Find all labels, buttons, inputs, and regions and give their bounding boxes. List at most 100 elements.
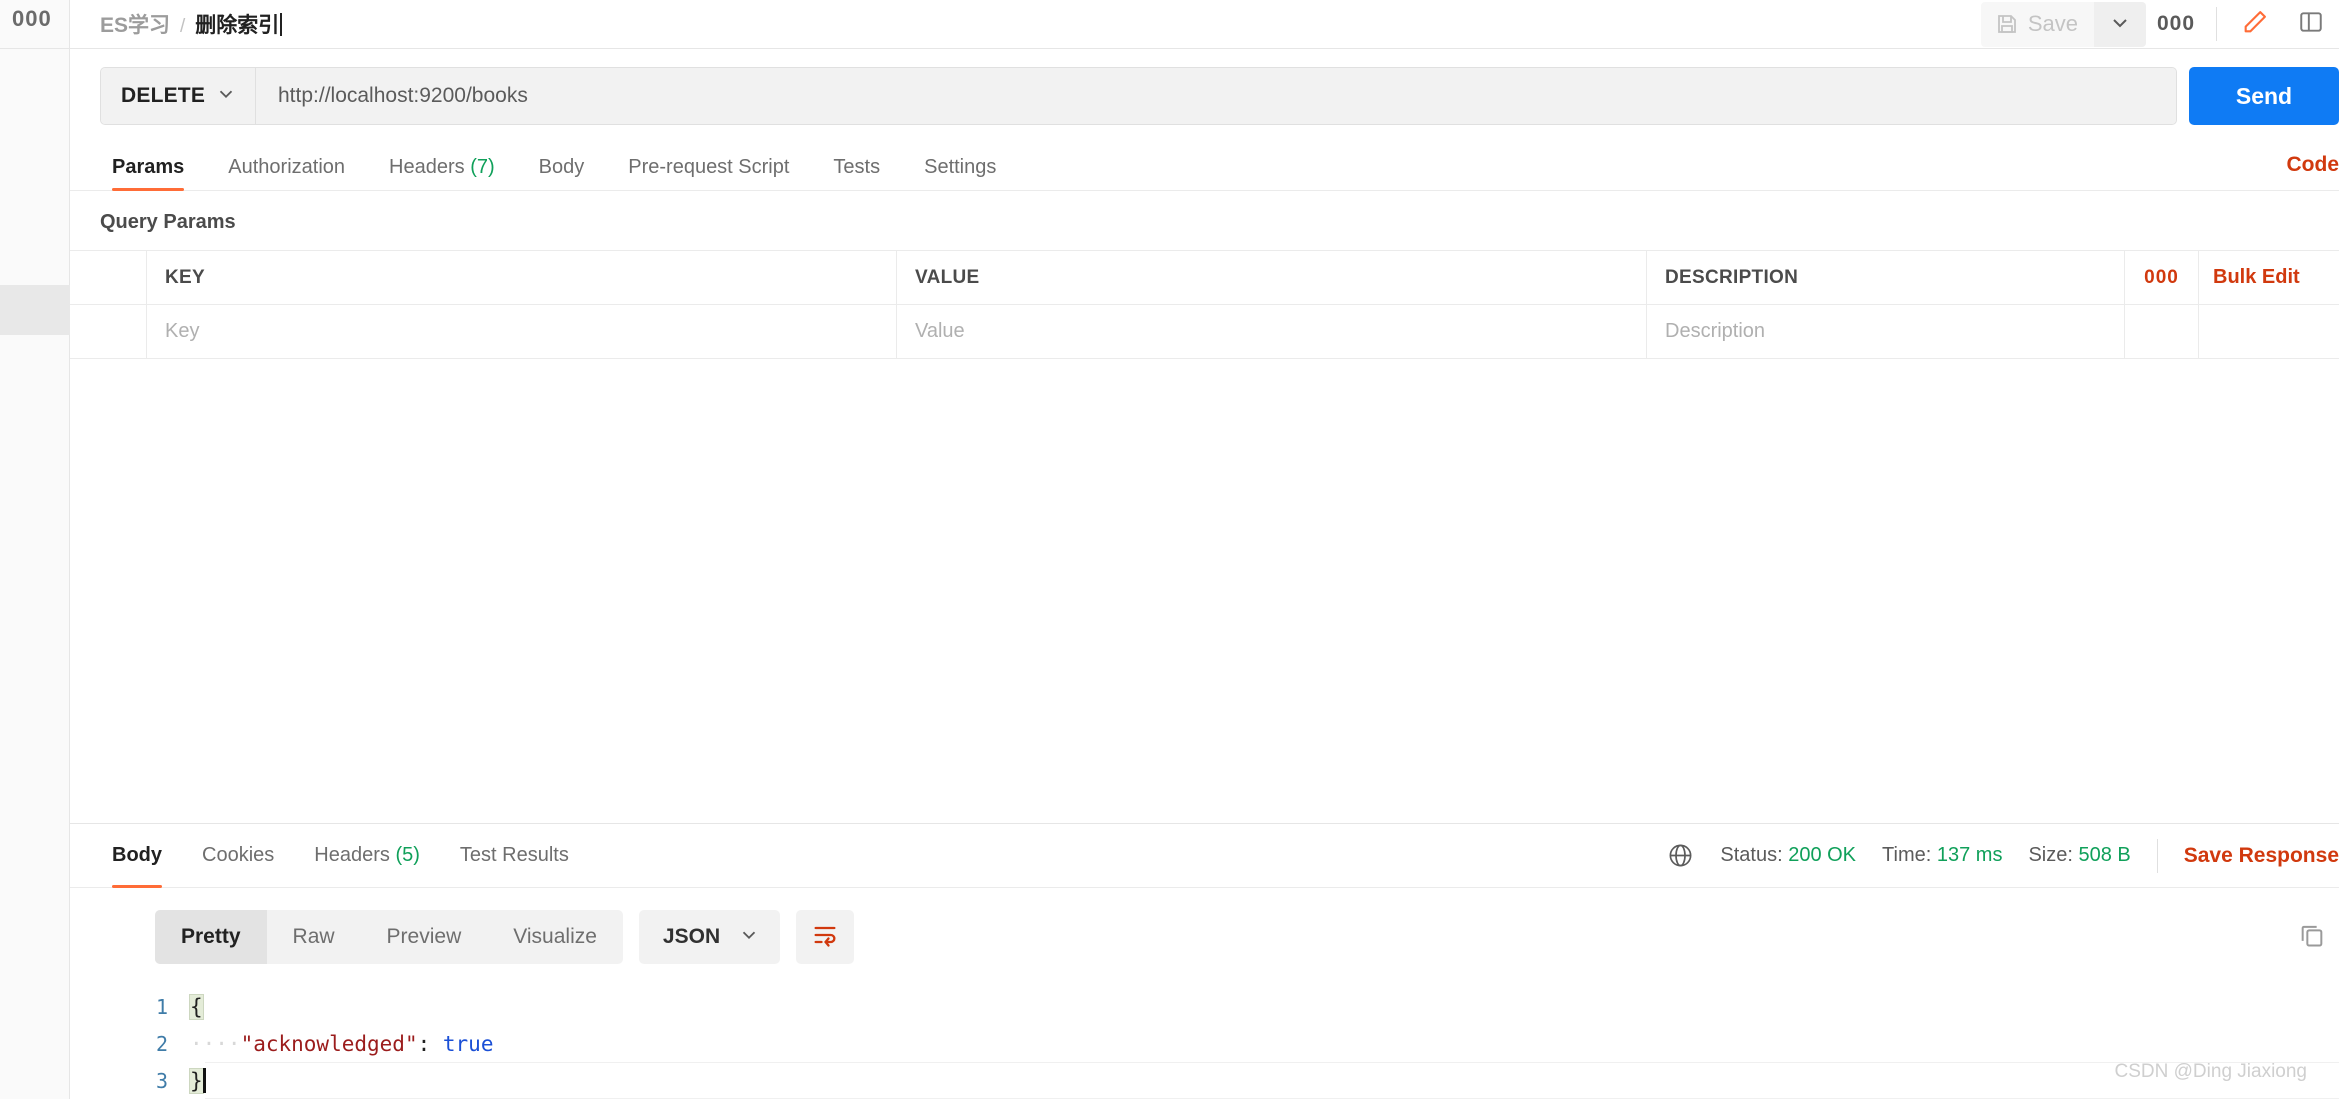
row-checkbox-cell[interactable]	[70, 305, 147, 358]
main-area: ES学习 / 删除索引 Save 000 DELETE http://local…	[70, 0, 2339, 1099]
text-caret	[280, 13, 283, 36]
tab-settings[interactable]: Settings	[902, 157, 1018, 190]
breadcrumb: ES学习 / 删除索引	[100, 9, 283, 39]
size-label: Size:	[2028, 844, 2073, 866]
column-header-description-label: DESCRIPTION	[1665, 266, 1799, 288]
postman-window: 000 ES学习 / 删除索引 Save 000 DELETE http://l…	[0, 0, 2339, 1099]
request-more-options-button[interactable]: 000	[2146, 2, 2206, 47]
size-value: 508 B	[2078, 844, 2131, 866]
code-indent-dots: ····	[190, 1031, 241, 1056]
format-label: JSON	[662, 925, 721, 948]
method-selector[interactable]: DELETE	[101, 68, 256, 124]
url-bar: DELETE Send	[70, 49, 2339, 125]
code-line-text: ····"acknowledged": true	[190, 1032, 493, 1056]
column-header-value-label: VALUE	[915, 266, 980, 288]
code-link[interactable]: Code	[2287, 153, 2339, 190]
send-button[interactable]: Send	[2189, 67, 2339, 125]
row-more-cell	[2125, 305, 2199, 358]
view-mode-pretty[interactable]: Pretty	[155, 910, 267, 964]
response-tab-headers[interactable]: Headers (5)	[294, 824, 440, 888]
layout-panel-icon	[2298, 9, 2324, 40]
column-header-description: DESCRIPTION	[1647, 251, 2125, 304]
response-tab-test-results-label: Test Results	[459, 844, 569, 866]
param-description-cell[interactable]: Description	[1647, 305, 2125, 358]
response-body-code[interactable]: 1 { 2 ····"acknowledged": true 3 }	[70, 964, 2339, 1099]
response-tab-body[interactable]: Body	[100, 824, 182, 888]
table-header-row: KEY VALUE DESCRIPTION 000 Bulk Edit	[70, 251, 2339, 305]
response-tab-test-results[interactable]: Test Results	[440, 824, 589, 888]
param-description-placeholder: Description	[1665, 320, 1766, 342]
column-header-key: KEY	[147, 251, 897, 304]
response-tab-cookies[interactable]: Cookies	[182, 824, 294, 888]
edit-button[interactable]	[2227, 0, 2283, 48]
code-line: 3 }	[70, 1062, 2339, 1099]
header-divider	[2216, 7, 2217, 41]
tab-headers[interactable]: Headers (7)	[367, 157, 517, 190]
text-caret	[202, 1068, 206, 1093]
bulk-edit-button[interactable]: Bulk Edit	[2199, 251, 2339, 304]
view-mode-group: Pretty Raw Preview Visualize	[155, 910, 623, 964]
tab-body-label: Body	[538, 156, 585, 178]
time-value: 137 ms	[1936, 844, 2003, 866]
save-response-button[interactable]: Save Response	[2184, 844, 2339, 868]
params-more-options-button[interactable]: 000	[2125, 251, 2199, 304]
view-mode-visualize[interactable]: Visualize	[487, 910, 623, 964]
tab-body[interactable]: Body	[517, 157, 607, 190]
format-selector[interactable]: JSON	[638, 910, 781, 964]
save-disk-icon	[1995, 12, 2019, 36]
row-bulk-cell	[2199, 305, 2339, 358]
params-more-dots-icon: 000	[2144, 266, 2179, 288]
tab-pre-request-script-label: Pre-request Script	[628, 156, 790, 178]
code-line-text: {	[189, 993, 204, 1020]
json-value: true	[442, 1031, 494, 1056]
breadcrumb-collection[interactable]: ES学习	[100, 9, 170, 39]
tab-pre-request-script[interactable]: Pre-request Script	[606, 157, 811, 190]
bulk-edit-label: Bulk Edit	[2213, 266, 2300, 288]
size-badge: Size: 508 B	[2028, 844, 2130, 867]
status-label: Status:	[1720, 844, 1783, 866]
column-header-value: VALUE	[897, 251, 1647, 304]
response-status-bar: Status: 200 OK Time: 137 ms Size: 508 B …	[1667, 838, 2339, 873]
tab-authorization[interactable]: Authorization	[206, 157, 367, 190]
layout-panel-button[interactable]	[2283, 0, 2339, 48]
chevron-down-icon	[738, 924, 760, 951]
status-value: 200 OK	[1788, 844, 1857, 866]
view-mode-preview[interactable]: Preview	[361, 910, 488, 964]
chevron-down-icon	[2108, 11, 2132, 38]
sidebar-active-item[interactable]	[0, 285, 70, 335]
param-key-cell[interactable]: Key	[147, 305, 897, 358]
response-tab-headers-count: (5)	[395, 844, 420, 866]
copy-icon	[2298, 921, 2326, 954]
line-number: 1	[155, 994, 168, 1019]
code-line-rule-top	[205, 1062, 2339, 1063]
query-params-table: KEY VALUE DESCRIPTION 000 Bulk Edit Key …	[70, 250, 2339, 359]
save-button[interactable]: Save	[1980, 1, 2094, 47]
sidebar-menu-icon[interactable]: 000	[12, 8, 52, 30]
view-mode-raw[interactable]: Raw	[267, 910, 361, 964]
param-value-cell[interactable]: Value	[897, 305, 1647, 358]
save-options-button[interactable]	[2094, 1, 2146, 47]
copy-button[interactable]	[2285, 910, 2339, 964]
breadcrumb-request-name[interactable]: 删除索引	[195, 9, 283, 39]
tab-headers-label: Headers	[389, 156, 465, 178]
request-body-empty-space	[70, 359, 2339, 823]
word-wrap-button[interactable]	[796, 910, 855, 964]
tab-tests[interactable]: Tests	[811, 157, 902, 190]
response-tab-headers-label: Headers	[314, 844, 390, 866]
response-body-toolbar: Pretty Raw Preview Visualize JSON	[70, 888, 2339, 964]
globe-icon[interactable]	[1667, 842, 1694, 869]
param-key-placeholder: Key	[165, 320, 200, 342]
line-number: 3	[155, 1068, 168, 1093]
time-badge: Time: 137 ms	[1882, 844, 2002, 867]
tab-params[interactable]: Params	[100, 157, 206, 191]
request-header: ES学习 / 删除索引 Save 000	[70, 0, 2339, 49]
select-all-cell[interactable]	[70, 251, 147, 304]
url-input[interactable]	[256, 68, 2176, 124]
word-wrap-icon	[811, 921, 839, 954]
tab-settings-label: Settings	[924, 156, 997, 178]
code-line: 2 ····"acknowledged": true	[70, 1025, 2339, 1062]
tab-headers-count: (7)	[470, 156, 495, 178]
response-tabs: Body Cookies Headers (5) Test Results St…	[70, 824, 2339, 888]
left-sidebar: 000	[0, 0, 70, 1099]
response-tab-body-label: Body	[112, 844, 162, 866]
